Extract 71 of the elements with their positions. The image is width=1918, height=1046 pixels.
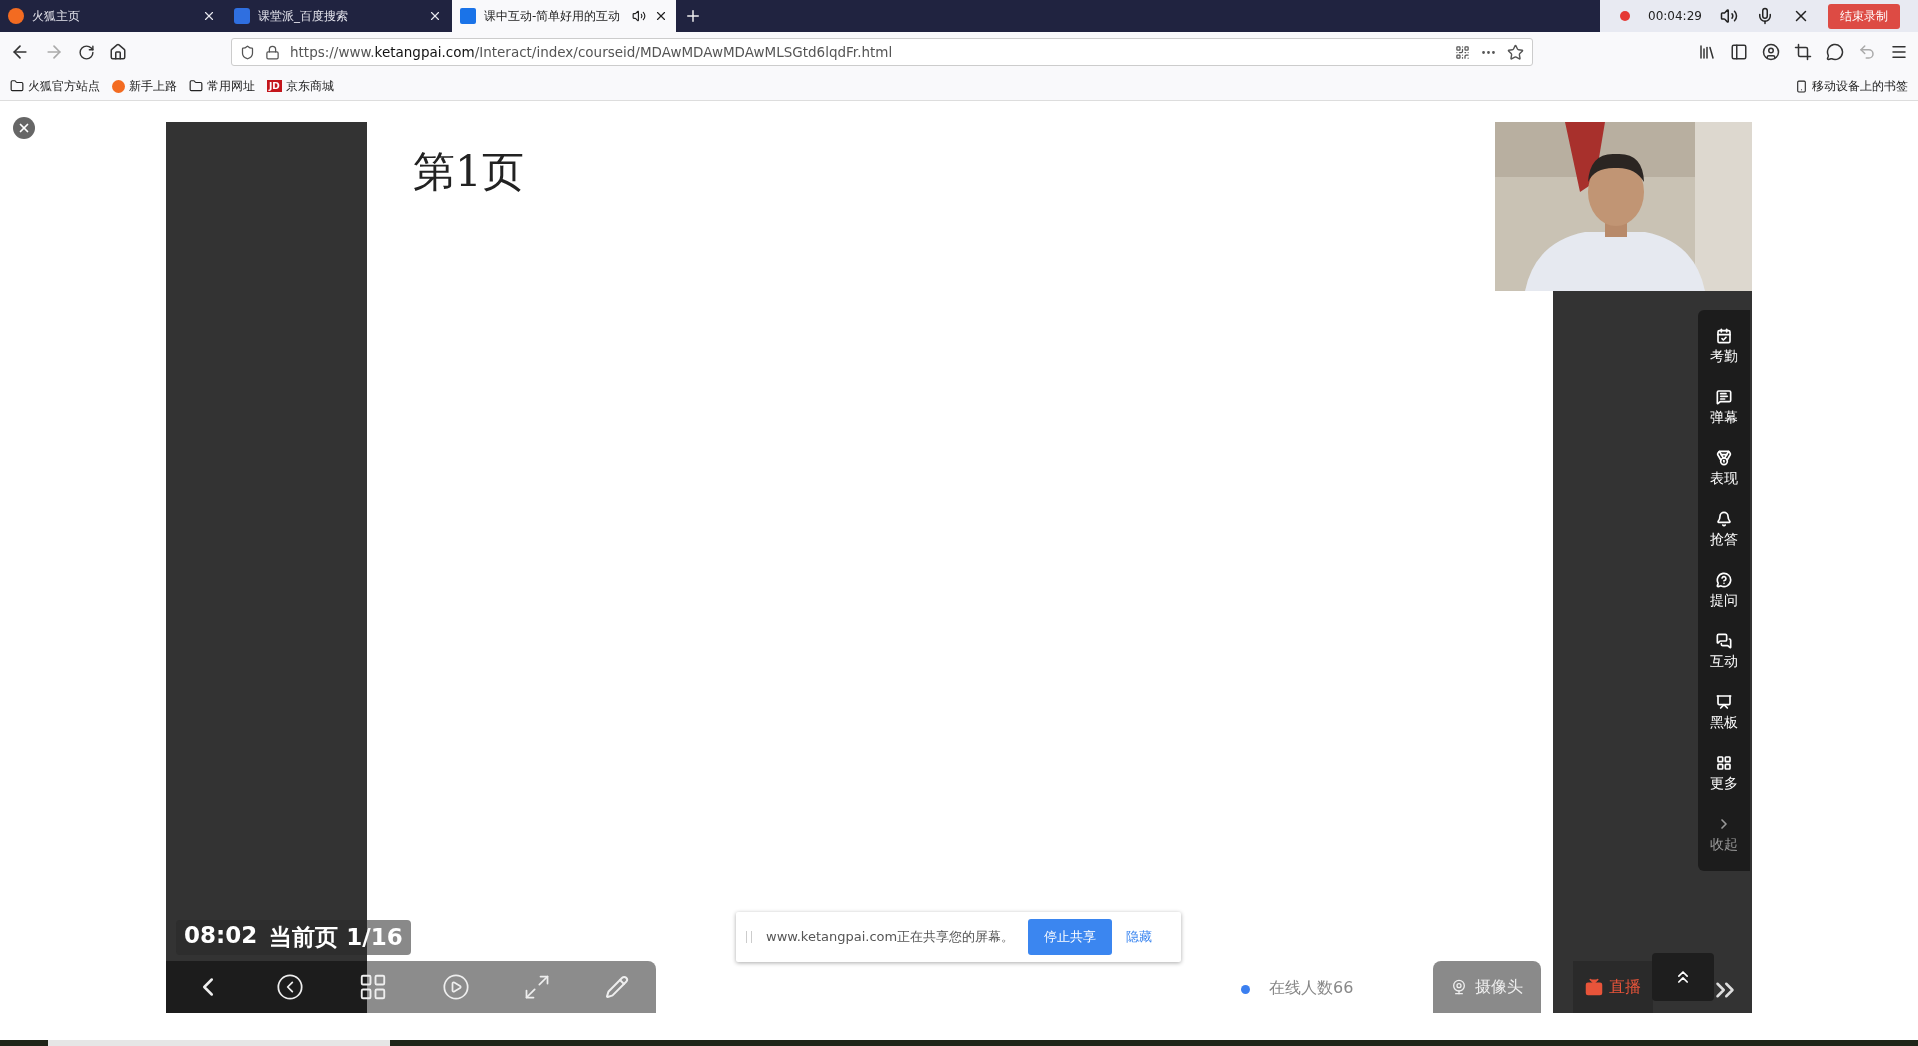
side-menu-item[interactable]: 抢答 — [1710, 499, 1738, 560]
drag-handle-icon — [746, 931, 752, 943]
close-tab-icon[interactable] — [428, 9, 442, 23]
shield-icon — [240, 44, 255, 60]
sidebar-icon[interactable] — [1730, 43, 1748, 61]
speaker-icon[interactable] — [632, 9, 646, 23]
bookmark-item[interactable]: 常用网址 — [189, 78, 255, 94]
crop-icon[interactable] — [1794, 43, 1812, 61]
elapsed-time: 08:02 — [184, 922, 258, 950]
message-icon — [1716, 388, 1732, 405]
library-icon[interactable] — [1698, 43, 1716, 61]
tab-favicon-icon — [8, 8, 24, 24]
bell-icon — [1716, 510, 1732, 527]
account-icon[interactable] — [1762, 43, 1780, 61]
calendar-check-icon — [1716, 327, 1732, 344]
chat-icon[interactable] — [1826, 43, 1844, 61]
jd-badge: JD — [267, 80, 282, 92]
status-dot — [1241, 985, 1250, 994]
side-menu-item[interactable]: 表现 — [1710, 438, 1738, 499]
speaker-icon[interactable] — [1719, 7, 1738, 25]
browser-tab[interactable]: 课中互动-简单好用的互动 — [452, 0, 676, 32]
hide-link[interactable]: 隐藏 — [1126, 928, 1153, 946]
reload-icon[interactable] — [78, 43, 95, 61]
close-icon — [17, 121, 31, 135]
menu-icon[interactable] — [1890, 43, 1908, 61]
tab-favicon-icon — [460, 8, 476, 24]
online-count: 在线人数66 — [1269, 978, 1354, 999]
play-icon[interactable] — [441, 973, 470, 1001]
folder-icon — [10, 79, 24, 93]
question-icon — [1716, 571, 1732, 588]
firefox-icon — [112, 79, 125, 93]
side-menu-item[interactable]: 黑板 — [1710, 682, 1738, 743]
home-icon[interactable] — [109, 43, 127, 61]
close-tab-icon[interactable] — [202, 9, 216, 23]
star-icon[interactable] — [1507, 43, 1524, 61]
side-menu-item[interactable]: 更多 — [1710, 743, 1738, 804]
side-menu-item[interactable]: 收起 — [1710, 804, 1738, 865]
qr-code-icon[interactable] — [1455, 44, 1470, 60]
share-message: www.ketangpai.com正在共享您的屏幕。 — [766, 928, 1015, 946]
bookmark-item[interactable]: JD 京东商城 — [267, 78, 334, 94]
folder-icon — [189, 79, 203, 93]
phone-icon — [1795, 79, 1808, 93]
recording-time: 00:04:29 — [1648, 9, 1702, 23]
tab-favicon-icon — [234, 8, 250, 24]
tv-icon — [1585, 978, 1603, 996]
side-menu-item[interactable]: 弹幕 — [1710, 377, 1738, 438]
side-menu-item[interactable]: 考勤 — [1710, 316, 1738, 377]
bookmark-item[interactable]: 新手上路 — [112, 78, 177, 94]
bookmark-item[interactable]: 火狐官方站点 — [10, 78, 100, 94]
bookmark-item[interactable]: 移动设备上的书签 — [1795, 78, 1908, 94]
live-button[interactable]: 直播 — [1573, 961, 1653, 1013]
browser-tab[interactable]: 火狐主页 — [0, 0, 224, 32]
pen-icon[interactable] — [605, 975, 630, 999]
lock-icon — [265, 44, 280, 60]
slide-title: 第1页 — [413, 146, 525, 198]
stop-sharing-button[interactable]: 停止共享 — [1028, 919, 1113, 955]
webcam-icon — [1451, 979, 1467, 995]
new-tab-icon[interactable] — [684, 7, 702, 25]
address-bar[interactable]: https://www.ketangpai.com/Interact/index/courseid/MDAwMDAwMDAwMLSGtd6lqdFr.html — [231, 38, 1533, 66]
chat-icon — [1716, 632, 1732, 649]
close-button[interactable] — [13, 117, 35, 139]
side-menu-item[interactable]: 互动 — [1710, 621, 1738, 682]
board-icon — [1716, 693, 1732, 710]
close-tab-icon[interactable] — [654, 9, 668, 23]
previous-icon[interactable] — [276, 973, 305, 1001]
stop-recording-button[interactable]: 结束录制 — [1827, 3, 1900, 29]
side-menu-item[interactable]: 提问 — [1710, 560, 1738, 621]
recording-dot — [1620, 11, 1630, 21]
browser-tab[interactable]: 课堂派_百度搜索 — [226, 0, 450, 32]
medal-icon — [1716, 449, 1732, 466]
grid-icon — [1716, 754, 1732, 771]
